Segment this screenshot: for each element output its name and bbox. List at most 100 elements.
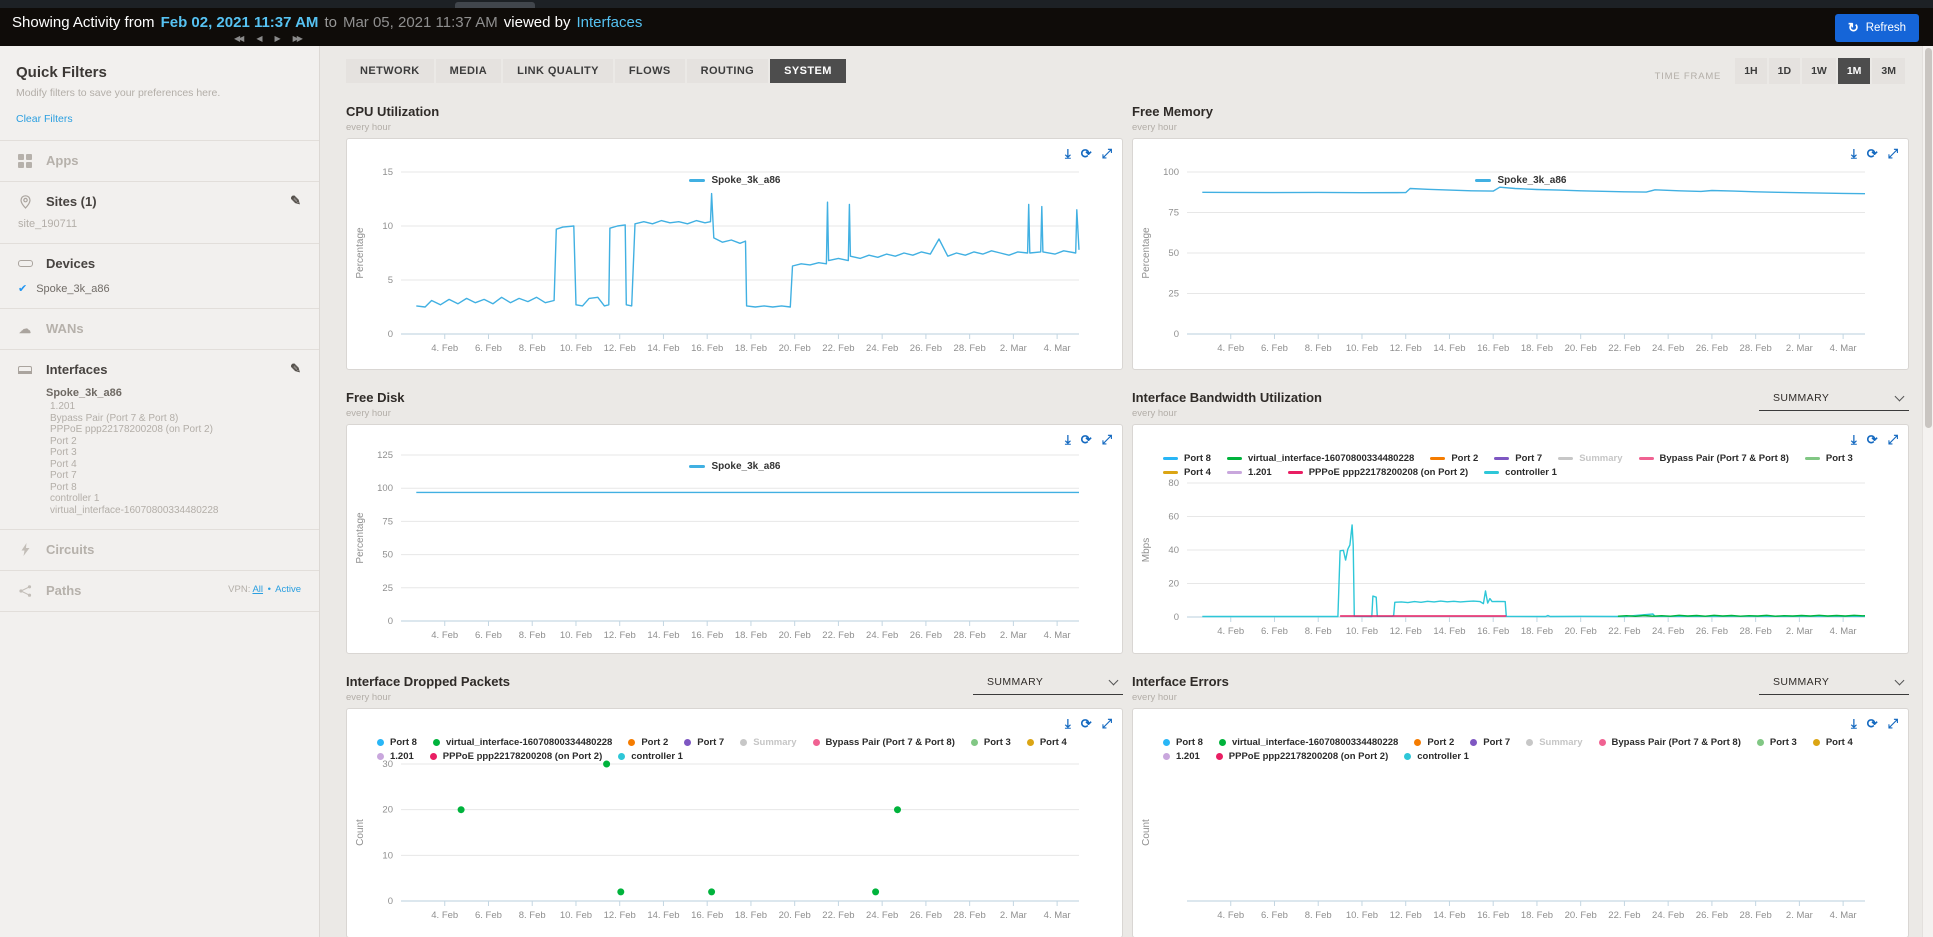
chart-plot-memory[interactable]: 1007550250Percentage4. Feb6. Feb8. Feb10… <box>1133 139 1910 371</box>
reload-icon[interactable]: ⟳ <box>1867 717 1878 730</box>
interface-list-item[interactable]: Port 7 <box>50 470 303 482</box>
legend-item[interactable]: Bypass Pair (Port 7 & Port 8) <box>1639 453 1789 464</box>
sidebar-item-interfaces[interactable]: Interfaces ✎ <box>16 362 303 377</box>
legend-item[interactable]: Summary <box>740 737 796 748</box>
interface-list-item[interactable]: Bypass Pair (Port 7 & Port 8) <box>50 413 303 425</box>
site-list-item[interactable]: site_190711 <box>18 218 303 230</box>
download-icon[interactable]: ⤓ <box>1065 433 1071 446</box>
viewed-by-target[interactable]: Interfaces <box>576 14 642 31</box>
reload-icon[interactable]: ⟳ <box>1081 717 1092 730</box>
legend-item[interactable]: PPPoE ppp22178200208 (on Port 2) <box>1216 751 1388 762</box>
reload-icon[interactable]: ⟳ <box>1867 433 1878 446</box>
last-page-icon[interactable]: ▶▶ <box>293 34 301 43</box>
next-page-icon[interactable]: ▶ <box>274 34 278 43</box>
legend-item[interactable]: Port 2 <box>1414 737 1454 748</box>
interface-list-item[interactable]: 1.201 <box>50 401 303 413</box>
sidebar-item-wans[interactable]: ☁ WANs <box>16 321 303 336</box>
legend-item[interactable]: PPPoE ppp22178200208 (on Port 2) <box>430 751 602 762</box>
timeframe-1d[interactable]: 1D <box>1769 58 1800 84</box>
legend-item[interactable]: controller 1 <box>1484 467 1557 478</box>
refresh-button[interactable]: ↻ Refresh <box>1835 14 1919 42</box>
tab-routing[interactable]: ROUTING <box>687 59 769 83</box>
legend-item[interactable]: Port 3 <box>971 737 1011 748</box>
expand-icon[interactable]: ⤢ <box>1102 147 1112 160</box>
legend-item[interactable]: virtual_interface-16070800334480228 <box>1219 737 1398 748</box>
reload-icon[interactable]: ⟳ <box>1867 147 1878 160</box>
vpn-all-link[interactable]: All <box>252 584 263 595</box>
start-date[interactable]: Feb 02, 2021 11:37 AM <box>161 14 319 31</box>
legend-item[interactable]: controller 1 <box>1404 751 1469 762</box>
tab-flows[interactable]: FLOWS <box>615 59 685 83</box>
legend-item[interactable]: Port 4 <box>1027 737 1067 748</box>
legend-item[interactable]: Port 7 <box>1494 453 1542 464</box>
expand-icon[interactable]: ⤢ <box>1102 433 1112 446</box>
vertical-scrollbar[interactable] <box>1922 46 1933 937</box>
interface-list-item[interactable]: Port 2 <box>50 436 303 448</box>
legend-item[interactable]: Port 2 <box>628 737 668 748</box>
legend-item[interactable]: virtual_interface-16070800334480228 <box>433 737 612 748</box>
legend-item[interactable]: Port 3 <box>1757 737 1797 748</box>
legend-item[interactable]: Port 8 <box>1163 737 1203 748</box>
tab-link-quality[interactable]: LINK QUALITY <box>503 59 613 83</box>
legend-item[interactable]: PPPoE ppp22178200208 (on Port 2) <box>1288 467 1468 478</box>
summary-dropdown-dropped[interactable]: SUMMARY <box>973 674 1123 695</box>
interface-list-item[interactable]: PPPoE ppp22178200208 (on Port 2) <box>50 424 303 436</box>
timeframe-1h[interactable]: 1H <box>1735 58 1766 84</box>
interface-list-item[interactable]: controller 1 <box>50 493 303 505</box>
expand-icon[interactable]: ⤢ <box>1888 433 1898 446</box>
timeframe-1m[interactable]: 1M <box>1838 58 1871 84</box>
reload-icon[interactable]: ⟳ <box>1081 147 1092 160</box>
download-icon[interactable]: ⤓ <box>1065 717 1071 730</box>
download-icon[interactable]: ⤓ <box>1851 717 1857 730</box>
chart-plot-disk[interactable]: 1251007550250Percentage4. Feb6. Feb8. Fe… <box>347 425 1124 655</box>
sidebar-item-sites[interactable]: Sites (1) ✎ <box>16 194 303 209</box>
legend-item[interactable]: controller 1 <box>618 751 683 762</box>
tab-network[interactable]: NETWORK <box>346 59 434 83</box>
device-list-item[interactable]: ✔ Spoke_3k_a86 <box>18 282 303 295</box>
vpn-active-link[interactable]: Active <box>275 584 301 595</box>
prev-page-icon[interactable]: ◀ <box>256 34 260 43</box>
legend-item[interactable]: Port 3 <box>1805 453 1853 464</box>
legend-item[interactable]: Summary <box>1526 737 1582 748</box>
scrollbar-thumb[interactable] <box>1925 48 1932 428</box>
tab-system[interactable]: SYSTEM <box>770 59 846 83</box>
first-page-icon[interactable]: ◀◀ <box>234 34 242 43</box>
legend-item[interactable]: Port 4 <box>1163 467 1211 478</box>
clear-filters-link[interactable]: Clear Filters <box>16 113 73 125</box>
reload-icon[interactable]: ⟳ <box>1081 433 1092 446</box>
interface-list-item[interactable]: Port 3 <box>50 447 303 459</box>
tab-media[interactable]: MEDIA <box>436 59 501 83</box>
edit-sites-icon[interactable]: ✎ <box>290 193 301 209</box>
legend-item[interactable]: Port 2 <box>1430 453 1478 464</box>
summary-dropdown-bandwidth[interactable]: SUMMARY <box>1759 390 1909 411</box>
timeframe-3m[interactable]: 3M <box>1872 58 1905 84</box>
interface-list-item[interactable]: Port 4 <box>50 459 303 471</box>
legend-item[interactable]: Port 7 <box>684 737 724 748</box>
summary-dropdown-errors[interactable]: SUMMARY <box>1759 674 1909 695</box>
legend-item[interactable]: Bypass Pair (Port 7 & Port 8) <box>813 737 955 748</box>
expand-icon[interactable]: ⤢ <box>1888 717 1898 730</box>
legend-item[interactable]: 1.201 <box>377 751 414 762</box>
legend-item[interactable]: Summary <box>1558 453 1622 464</box>
legend-item[interactable]: virtual_interface-16070800334480228 <box>1227 453 1414 464</box>
download-icon[interactable]: ⤓ <box>1851 147 1857 160</box>
interface-list-item[interactable]: Port 8 <box>50 482 303 494</box>
chart-plot-cpu[interactable]: 151050Percentage4. Feb6. Feb8. Feb10. Fe… <box>347 139 1124 371</box>
edit-interfaces-icon[interactable]: ✎ <box>290 361 301 377</box>
expand-icon[interactable]: ⤢ <box>1888 147 1898 160</box>
legend-item[interactable]: Port 7 <box>1470 737 1510 748</box>
legend-item[interactable]: 1.201 <box>1163 751 1200 762</box>
sidebar-item-circuits[interactable]: Circuits <box>16 542 303 557</box>
legend-item[interactable]: Port 8 <box>377 737 417 748</box>
legend-item[interactable]: Port 8 <box>1163 453 1211 464</box>
legend-item[interactable]: Bypass Pair (Port 7 & Port 8) <box>1599 737 1741 748</box>
download-icon[interactable]: ⤓ <box>1851 433 1857 446</box>
interface-list-item[interactable]: virtual_interface-16070800334480228 <box>50 505 303 517</box>
sidebar-item-devices[interactable]: Devices <box>16 256 303 271</box>
timeframe-1w[interactable]: 1W <box>1802 58 1836 84</box>
end-date[interactable]: Mar 05, 2021 11:37 AM <box>343 14 498 31</box>
expand-icon[interactable]: ⤢ <box>1102 717 1112 730</box>
sidebar-item-paths[interactable]: Paths VPN: All • Active <box>16 583 303 598</box>
legend-item[interactable]: Port 4 <box>1813 737 1853 748</box>
legend-item[interactable]: 1.201 <box>1227 467 1272 478</box>
